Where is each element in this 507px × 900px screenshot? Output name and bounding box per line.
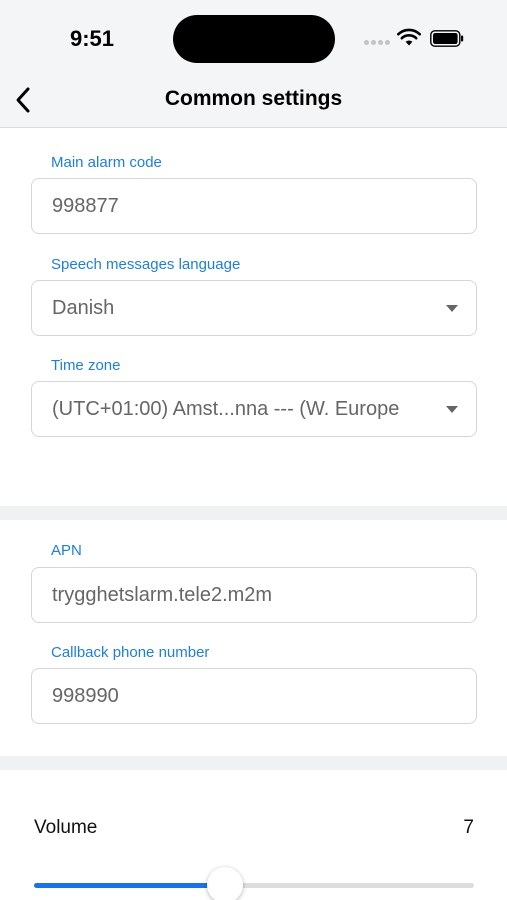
network-settings-section: APN trygghetslarm.tele2.m2m Callback pho… (0, 520, 507, 756)
volume-slider-thumb[interactable] (206, 867, 243, 900)
speech-language-value: Danish (52, 297, 115, 319)
dropdown-arrow-icon (446, 406, 458, 413)
section-divider (0, 756, 507, 770)
volume-label: Volume (34, 817, 98, 838)
main-alarm-code-field[interactable]: 998877 (31, 178, 477, 234)
volume-value: 7 (463, 817, 474, 838)
navigation-bar: Common settings (0, 78, 507, 128)
callback-phone-value: 998990 (52, 685, 119, 707)
time-zone-label: Time zone (51, 357, 121, 374)
alarm-settings-section: Main alarm code 998877 Speech messages l… (0, 128, 507, 506)
time-zone-value: (UTC+01:00) Amst...nna --- (W. Europe (52, 398, 400, 420)
wifi-icon (397, 28, 421, 46)
speech-language-label: Speech messages language (51, 256, 241, 273)
callback-phone-field[interactable]: 998990 (31, 668, 477, 724)
apn-label: APN (51, 542, 82, 559)
cellular-signal-icon (364, 40, 392, 46)
time-zone-select[interactable]: (UTC+01:00) Amst...nna --- (W. Europe (31, 381, 477, 437)
status-time: 9:51 (70, 26, 115, 51)
main-alarm-code-value: 998877 (52, 195, 119, 217)
volume-slider-fill (34, 883, 225, 888)
apn-field[interactable]: trygghetslarm.tele2.m2m (31, 567, 477, 623)
callback-phone-label: Callback phone number (51, 644, 210, 661)
speech-language-select[interactable]: Danish (31, 280, 477, 336)
dropdown-arrow-icon (446, 305, 458, 312)
apn-value: trygghetslarm.tele2.m2m (52, 584, 273, 606)
page-title: Common settings (164, 87, 343, 110)
volume-section: Volume 7 (0, 770, 507, 900)
dynamic-island (173, 15, 335, 63)
main-alarm-code-label: Main alarm code (51, 154, 162, 171)
status-bar: 9:51 (0, 0, 507, 78)
section-divider (0, 506, 507, 520)
battery-icon (430, 30, 464, 47)
